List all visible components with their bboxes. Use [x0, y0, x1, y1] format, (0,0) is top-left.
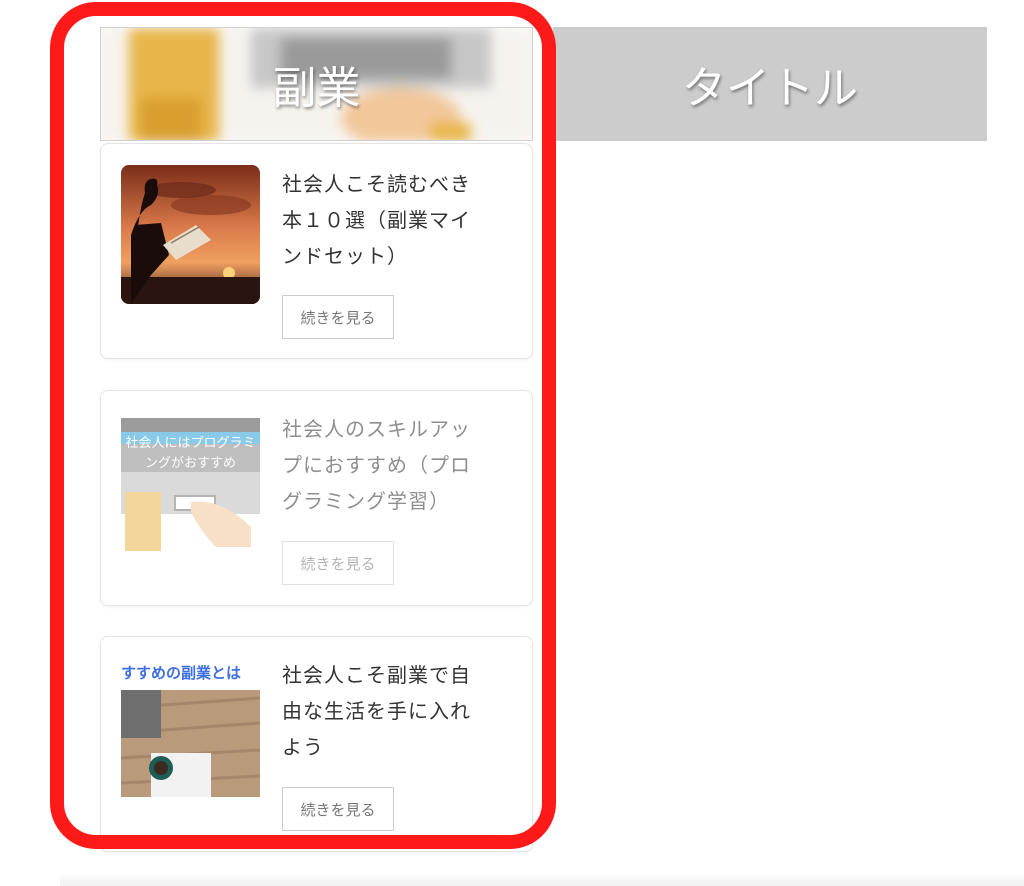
tab-fukugyo[interactable]: 副業: [100, 27, 533, 141]
read-more-button[interactable]: 続きを見る: [282, 787, 394, 831]
thumb-caption: 社会人にはプログラミ ングがおすすめ: [125, 436, 256, 471]
article-card[interactable]: すすめの副業とは 社会人こそ副業で自 由な生活を手に入れ よう 続きを見る: [100, 636, 533, 852]
article-title[interactable]: 社会人こそ読むべき 本１０選（副業マイ ンドセット）: [282, 166, 482, 274]
tab-label: タイトル: [682, 63, 858, 114]
reading-silhouette-sunset-image: [121, 165, 260, 304]
article-title[interactable]: 社会人こそ副業で自 由な生活を手に入れ よう: [282, 657, 482, 765]
article-card[interactable]: 社会人にはプログラミ ングがおすすめ 社会人のスキルアッ プにおすすめ（プロ グ…: [100, 390, 533, 606]
desk-coffee-laptop-image: すすめの副業とは: [121, 658, 260, 797]
article-title[interactable]: 社会人のスキルアッ プにおすすめ（プロ グラミング学習）: [282, 411, 482, 519]
page-bottom-shadow: [60, 872, 1024, 886]
tab-label: 副業: [272, 63, 361, 114]
read-more-button[interactable]: 続きを見る: [282, 541, 394, 585]
article-card[interactable]: 社会人こそ読むべき 本１０選（副業マイ ンドセット） 続きを見る: [100, 143, 533, 359]
laptop-typing-image: 社会人にはプログラミ ングがおすすめ: [121, 412, 260, 551]
tab-title[interactable]: タイトル: [553, 27, 987, 141]
thumb-caption: すすめの副業とは: [121, 664, 242, 682]
read-more-button[interactable]: 続きを見る: [282, 295, 394, 339]
